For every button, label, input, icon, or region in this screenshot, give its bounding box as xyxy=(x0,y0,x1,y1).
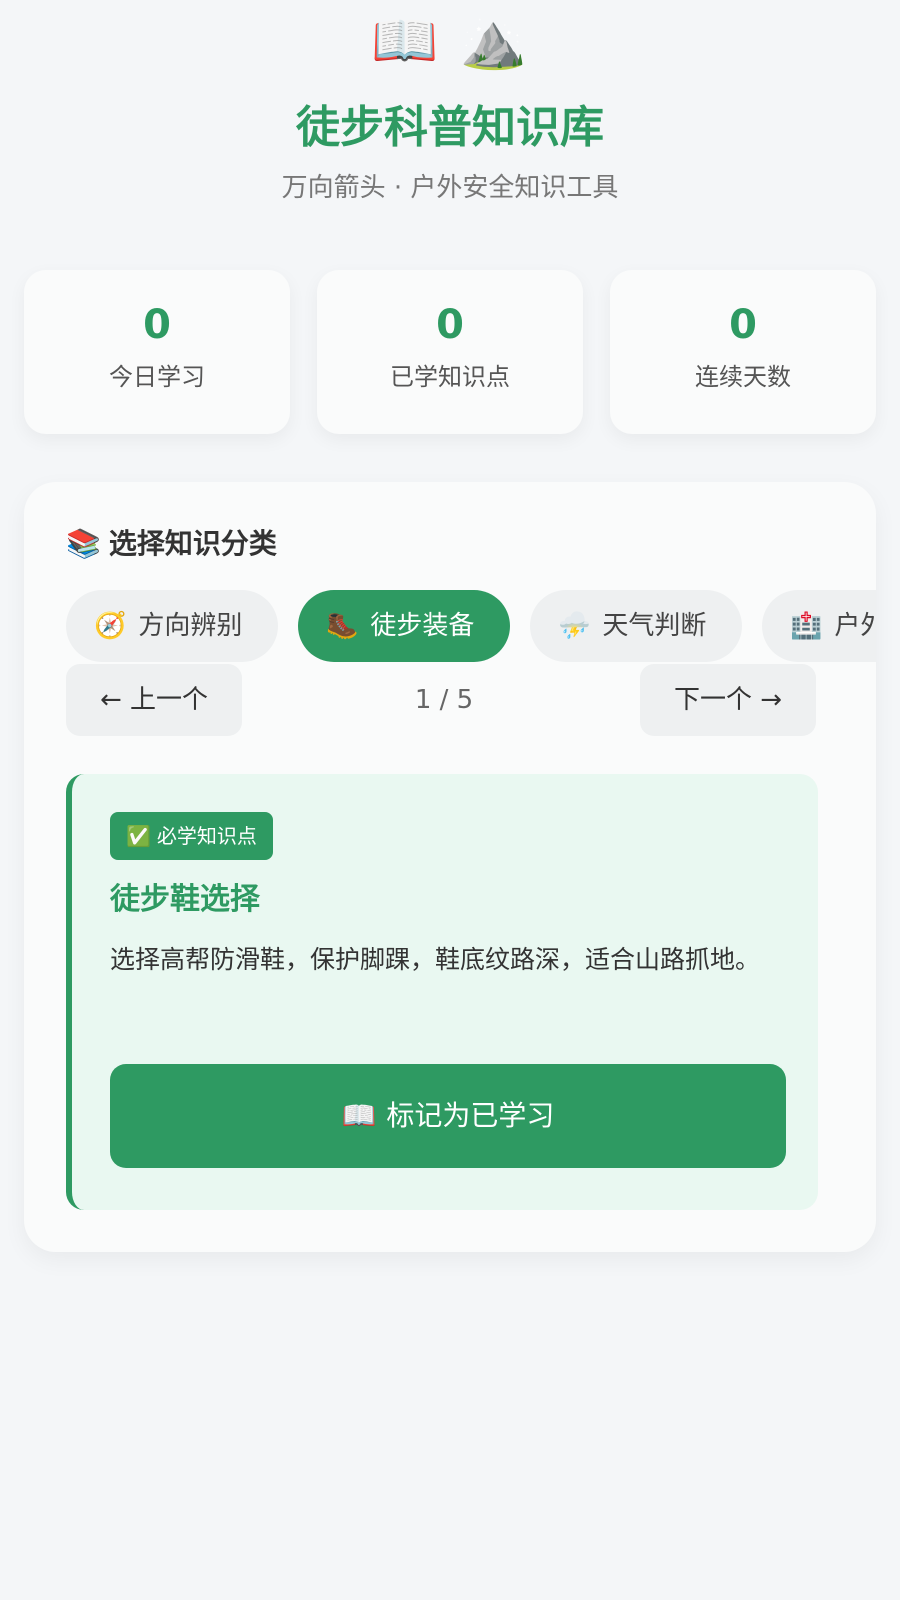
stat-card-today: 0 今日学习 xyxy=(24,270,290,434)
stat-label: 已学知识点 xyxy=(390,363,510,391)
stat-label: 今日学习 xyxy=(109,363,205,391)
open-book-icon: 📖 xyxy=(371,9,441,72)
hospital-icon: 🏥 xyxy=(790,611,823,641)
prev-button[interactable]: ← 上一个 xyxy=(66,664,242,736)
section-title-text: 选择知识分类 xyxy=(108,527,277,560)
open-book-icon: 📖 xyxy=(341,1099,377,1132)
tab-label: 方向辨别 xyxy=(138,611,243,641)
mountain-icon: ⛰️ xyxy=(459,9,529,72)
stat-card-learned: 0 已学知识点 xyxy=(317,270,583,434)
tab-weather[interactable]: ⛈️ 天气判断 xyxy=(530,590,742,662)
compass-icon: 🧭 xyxy=(94,611,127,641)
stat-label: 连续天数 xyxy=(695,363,791,391)
tab-direction[interactable]: 🧭 方向辨别 xyxy=(66,590,278,662)
tab-label: 天气判断 xyxy=(602,611,707,641)
tab-outdoor[interactable]: 🏥 户外 xyxy=(762,590,876,662)
header-icons: 📖 ⛰️ xyxy=(0,6,900,76)
category-panel: 📚 选择知识分类 🧭 方向辨别 🥾 徒步装备 ⛈️ 天气判断 🏥 户外 ← 上一个 1 /… xyxy=(24,482,876,1252)
stat-value: 0 xyxy=(729,302,757,348)
check-mark-icon: ✅ xyxy=(126,824,151,848)
hiking-boot-icon: 🥾 xyxy=(326,611,359,641)
storm-icon: ⛈️ xyxy=(558,611,591,641)
tab-label: 徒步装备 xyxy=(370,611,475,641)
tab-gear[interactable]: 🥾 徒步装备 xyxy=(298,590,510,662)
page-subtitle: 万向箭头 · 户外安全知识工具 xyxy=(281,173,619,203)
stat-value: 0 xyxy=(436,302,464,348)
card-title: 徒步鞋选择 xyxy=(110,882,260,917)
books-icon: 📚 xyxy=(66,527,101,560)
stat-value: 0 xyxy=(143,302,171,348)
section-title: 📚 选择知识分类 xyxy=(66,524,277,564)
category-tabs: 🧭 方向辨别 🥾 徒步装备 ⛈️ 天气判断 🏥 户外 xyxy=(66,590,876,662)
tab-label: 户外 xyxy=(834,611,876,641)
knowledge-card: ✅ 必学知识点 徒步鞋选择 选择高帮防滑鞋，保护脚踝，鞋底纹路深，适合山路抓地。 … xyxy=(66,774,818,1210)
mark-learned-label: 标记为已学习 xyxy=(386,1099,555,1132)
page-title: 徒步科普知识库 xyxy=(296,102,604,153)
page-indicator: 1 / 5 xyxy=(414,685,474,715)
badge-label: 必学知识点 xyxy=(156,824,257,848)
app-page: 📖 ⛰️ 徒步科普知识库 万向箭头 · 户外安全知识工具 0 今日学习 0 已学… xyxy=(0,0,900,1600)
next-button[interactable]: 下一个 → xyxy=(640,664,816,736)
status-badge: ✅ 必学知识点 xyxy=(110,812,273,860)
card-description: 选择高帮防滑鞋，保护脚踝，鞋底纹路深，适合山路抓地。 xyxy=(110,945,761,974)
mark-learned-button[interactable]: 📖 标记为已学习 xyxy=(110,1064,786,1168)
stat-card-streak: 0 连续天数 xyxy=(610,270,876,434)
